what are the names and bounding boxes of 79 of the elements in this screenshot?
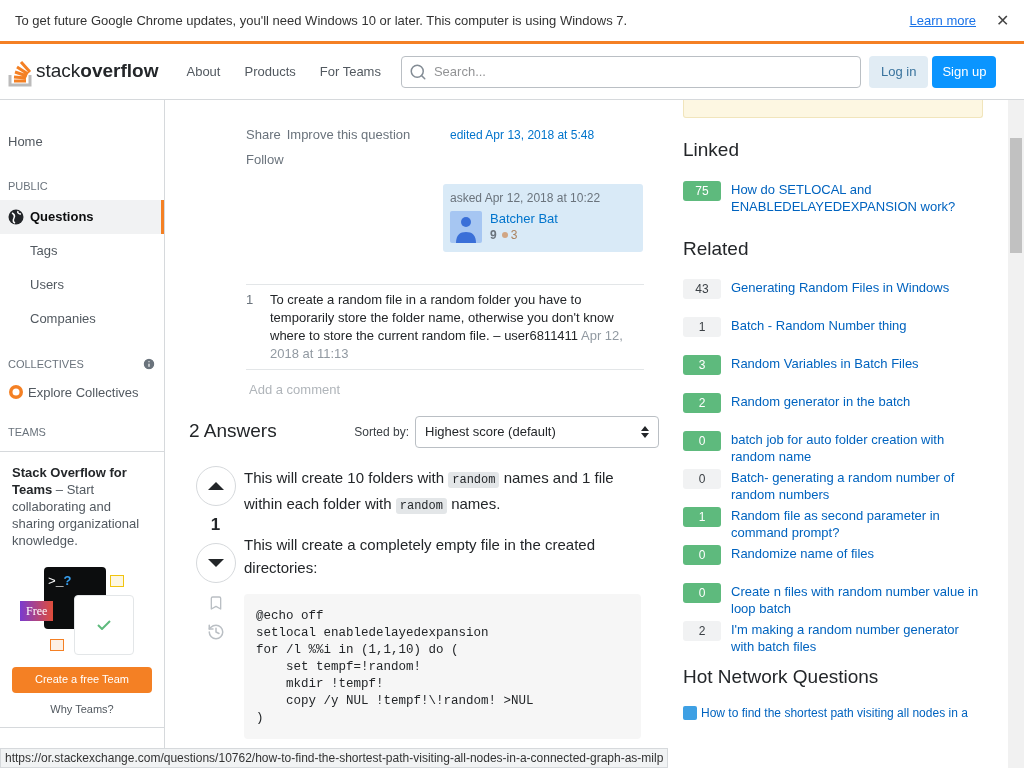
search-field[interactable]: Search... [400,55,861,88]
user-name[interactable]: Batcher Bat [490,211,558,227]
linked-heading: Linked [683,138,740,162]
follow-link[interactable]: Follow [246,147,446,172]
vote-count: 2 [683,393,721,413]
share-link[interactable]: Share [246,127,281,142]
sidebar-item[interactable]: Users [0,268,164,302]
explore-collectives-link[interactable]: Explore Collectives [0,382,164,402]
vote-count: 3 [683,355,721,375]
search-icon [408,62,427,81]
sidebar-item[interactable]: Tags [0,234,164,268]
comment-score: 1 [246,291,255,309]
nav-link[interactable]: Products [232,61,308,82]
speech-bubble-icon [110,574,124,587]
answers-heading: 2 Answers [189,419,277,444]
vote-count: 1 [683,317,721,337]
status-url: https://or.stackexchange.com/questions/10762/how-to-find-the-shortest-path-visiting-all-nodes-in-a-connected-graph-as-milp [0,748,669,768]
vote-count: 2 [683,621,721,641]
comment-user-link[interactable]: user6811411 [504,328,579,343]
asked-date: asked Apr 12, 2018 at 10:22 [450,190,602,207]
question-link[interactable]: Random Variables in Batch Files [731,355,919,393]
globe-icon [8,209,24,225]
check-icon [97,619,111,630]
why-teams-link[interactable]: Why Teams? [12,700,152,717]
question-link[interactable]: Random generator in the batch [731,393,911,431]
vote-count: 0 [683,431,721,451]
teams-description: Stack Overflow for Teams – Start collaborating and sharing organizational knowledge. [12,463,141,549]
sort-select[interactable]: Highest score (default) [415,415,659,448]
vote-score: 1 [210,513,221,536]
question-link[interactable]: Batch- generating a random number of random numbers [731,469,983,507]
vote-count: 0 [683,545,721,565]
nav-link[interactable]: For Teams [307,61,393,82]
section-label: COLLECTIVES [8,357,84,372]
vote-count: 0 [683,469,721,489]
nav-link[interactable]: About [174,61,233,82]
question-link[interactable]: batch job for auto folder creation with random name [731,431,983,469]
logo-text: stackoverflow [36,59,159,84]
vote-count: 0 [683,583,721,603]
sort-label: Sorted by: [354,423,409,441]
avatar-icon [450,211,482,243]
down-arrow-icon [207,559,224,567]
vote-count: 75 [683,180,721,201]
vote-count: 1 [683,507,721,527]
sort-arrows-icon [641,425,649,438]
badge-count: 3 [510,227,518,243]
answer-paragraph: This will create 10 folders with random names and 1 file within each folder with random names. [244,467,615,516]
answer-paragraph: This will create a completely empty file in the created directories: [244,534,596,578]
info-icon[interactable] [142,357,156,372]
question-link[interactable]: Random file as second parameter in command prompt? [731,507,983,545]
speech-bubble-icon [50,638,64,651]
section-label: TEAMS [7,425,47,440]
sidebar-item[interactable]: Companies [0,302,164,336]
question-link[interactable]: I'm making a random number generator with batch files [731,621,983,659]
question-link[interactable]: Batch - Random Number thing [731,317,907,355]
teams-illustration-drawing: >_? Free [12,566,152,667]
question-link[interactable]: How do SETLOCAL and ENABLEDELAYEDEXPANSION work? [731,180,983,215]
sidebar-item[interactable]: Questions [0,200,164,234]
sidebar-item[interactable]: Home [0,132,164,152]
edited-link[interactable]: edited Apr 13, 2018 at 5:48 [450,126,595,142]
hot-questions-heading: Hot Network Questions [683,665,880,689]
site-icon [683,705,697,720]
related-heading: Related [683,236,750,261]
banner-text: To get future Google Chrome updates, you'll need Windows 10 or later. This computer is using Windows 7. [15,11,629,30]
close-button[interactable]: ✕ [996,8,1009,33]
hot-question-link[interactable]: How to find the shortest path visiting all nodes in a [701,703,968,722]
comment-text: To create a random file in a random folder you have to temporarily store the folder name, otherwise you don't know where to store the current random file. – user6811411 Apr 12, 2018 at 11:13 [270,291,624,363]
question-link[interactable]: Create n files with random number value in loop batch [731,583,983,621]
bronze-badge-icon [501,232,508,238]
improve-link[interactable]: Improve this question [286,127,411,142]
section-label: PUBLIC [7,178,49,194]
question-link[interactable]: Generating Random Files in Windows [731,279,950,317]
vote-count: 43 [683,279,721,299]
reputation: 9 [490,227,497,243]
login-button[interactable]: Log in [868,55,929,88]
scrollbar[interactable] [1008,100,1024,768]
question-link[interactable]: Randomize name of files [731,545,875,583]
learn-more-link[interactable]: Learn more [909,10,976,31]
up-arrow-icon [207,481,224,490]
code-block: @echo off setlocal enabledelayedexpansion for /l %%i in (1,1,10) do ( set tempf=!random! mkdir !tempf! copy /y NUL !tempf!\!random! >NUL ) [244,593,641,739]
